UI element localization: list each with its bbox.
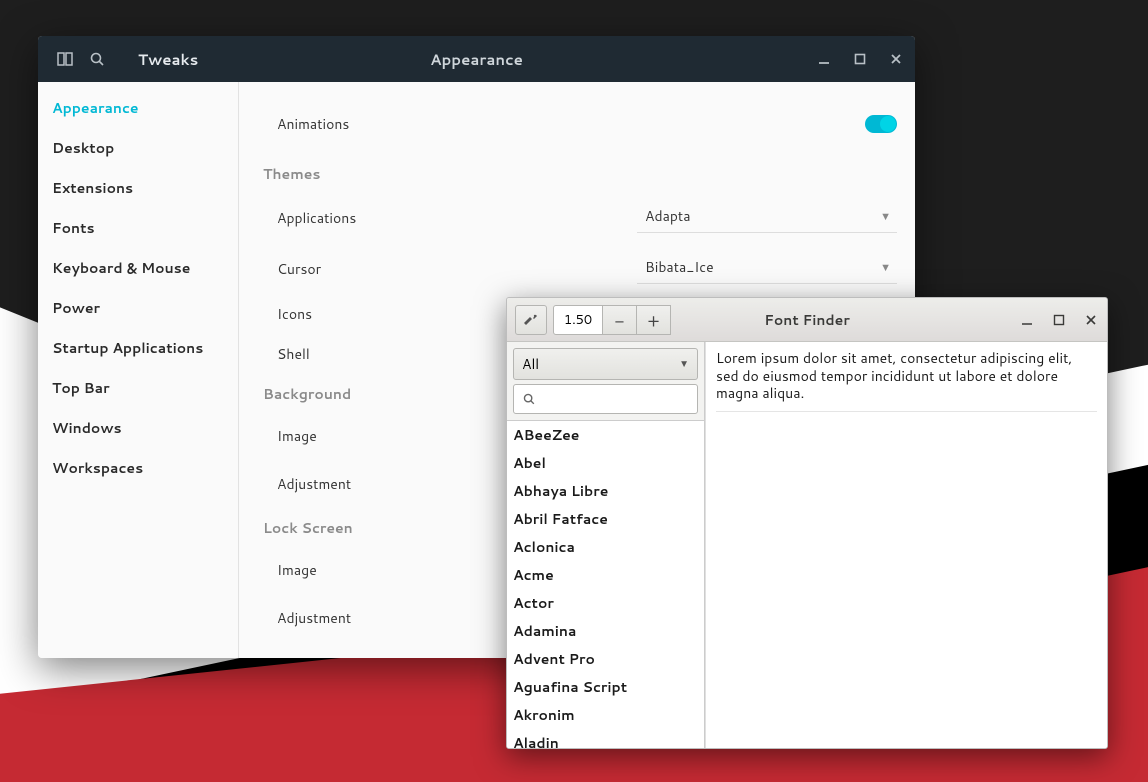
zoom-value[interactable]: 1.50 <box>553 305 603 335</box>
panel-icon[interactable] <box>56 50 74 68</box>
theme-row-label: Icons <box>277 304 312 324</box>
close-icon[interactable] <box>887 50 905 68</box>
font-finder-headerbar[interactable]: 1.50 − + Font Finder <box>507 298 1107 342</box>
applications-combo[interactable]: Adapta▼ <box>637 202 897 233</box>
font-finder-left-pane: All ▼ ABeeZeeAbelAbhaya LibreAbril Fatfa… <box>507 342 705 748</box>
font-item[interactable]: Akronim <box>507 701 704 729</box>
tweaks-headerbar[interactable]: Tweaks Appearance <box>38 36 915 82</box>
font-preview-pane: Lorem ipsum dolor sit amet, consectetur … <box>705 342 1107 748</box>
minimize-icon[interactable] <box>815 50 833 68</box>
close-icon[interactable] <box>1083 312 1099 328</box>
minimize-icon[interactable] <box>1019 312 1035 328</box>
category-filter-value: All <box>522 354 539 374</box>
sidebar-item-fonts[interactable]: Fonts <box>38 208 238 248</box>
theme-row-label: Applications <box>277 208 356 228</box>
page-title: Appearance <box>430 49 523 70</box>
chevron-down-icon: ▼ <box>880 208 891 224</box>
font-item[interactable]: Abhaya Libre <box>507 477 704 505</box>
font-item[interactable]: Aladin <box>507 729 704 748</box>
sidebar-item-workspaces[interactable]: Workspaces <box>38 448 238 488</box>
font-item[interactable]: Advent Pro <box>507 645 704 673</box>
app-title: Tweaks <box>138 49 198 70</box>
theme-row-label: Shell <box>277 344 310 364</box>
sidebar-item-startup-applications[interactable]: Startup Applications <box>38 328 238 368</box>
font-finder-title: Font Finder <box>764 310 850 330</box>
sidebar-item-appearance[interactable]: Appearance <box>38 88 238 128</box>
cursor-combo[interactable]: Bibata_Ice▼ <box>637 253 897 284</box>
font-item[interactable]: Adamina <box>507 617 704 645</box>
sidebar-item-extensions[interactable]: Extensions <box>38 168 238 208</box>
sidebar-item-keyboard-mouse[interactable]: Keyboard & Mouse <box>38 248 238 288</box>
font-item[interactable]: Aclonica <box>507 533 704 561</box>
sidebar-item-top-bar[interactable]: Top Bar <box>38 368 238 408</box>
font-search-input[interactable] <box>513 384 698 414</box>
themes-section-title: Themes <box>263 154 897 192</box>
font-item[interactable]: Aguafina Script <box>507 673 704 701</box>
font-item[interactable]: Abel <box>507 449 704 477</box>
tools-button[interactable] <box>515 305 547 335</box>
sidebar-item-desktop[interactable]: Desktop <box>38 128 238 168</box>
font-item[interactable]: Actor <box>507 589 704 617</box>
font-finder-window: 1.50 − + Font Finder All ▼ ABeeZeeAbelAb… <box>506 297 1108 749</box>
search-icon[interactable] <box>88 50 106 68</box>
sidebar-item-power[interactable]: Power <box>38 288 238 328</box>
chevron-down-icon: ▼ <box>679 357 689 371</box>
theme-row-label: Cursor <box>277 259 321 279</box>
maximize-icon[interactable] <box>851 50 869 68</box>
maximize-icon[interactable] <box>1051 312 1067 328</box>
zoom-out-button[interactable]: − <box>603 305 637 335</box>
category-filter-combo[interactable]: All ▼ <box>513 348 698 380</box>
font-item[interactable]: Abril Fatface <box>507 505 704 533</box>
font-item[interactable]: Acme <box>507 561 704 589</box>
font-item[interactable]: ABeeZee <box>507 421 704 449</box>
search-icon <box>522 392 536 406</box>
sidebar-item-windows[interactable]: Windows <box>38 408 238 448</box>
chevron-down-icon: ▼ <box>880 259 891 275</box>
font-list[interactable]: ABeeZeeAbelAbhaya LibreAbril FatfaceAclo… <box>507 420 704 748</box>
animations-toggle[interactable] <box>865 115 897 133</box>
zoom-in-button[interactable]: + <box>637 305 671 335</box>
animations-label: Animations <box>277 114 349 134</box>
preview-text[interactable]: Lorem ipsum dolor sit amet, consectetur … <box>716 350 1097 412</box>
tweaks-sidebar: AppearanceDesktopExtensionsFontsKeyboard… <box>38 82 239 658</box>
